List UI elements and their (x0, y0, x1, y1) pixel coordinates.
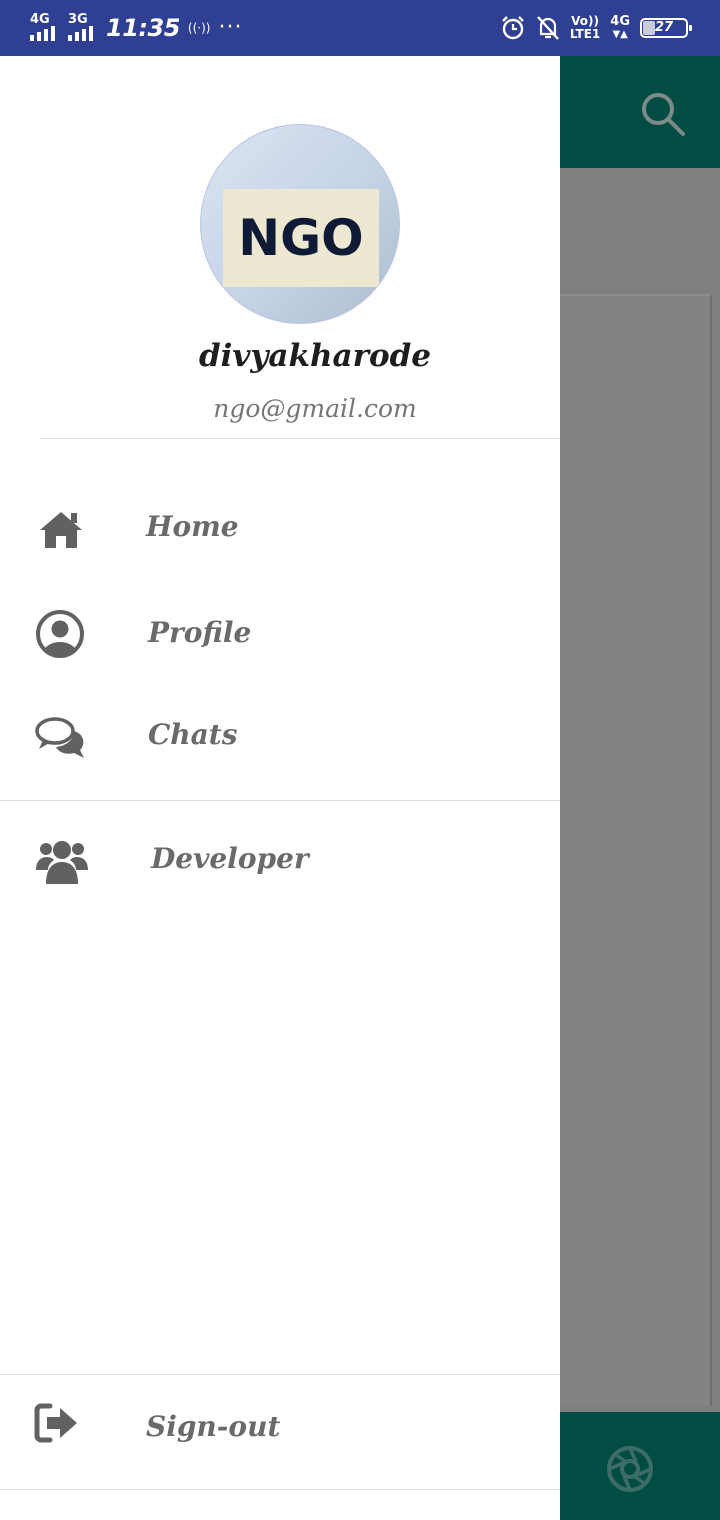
notifications-off-icon (536, 16, 559, 40)
status-time: 11:35 (106, 14, 180, 42)
bottom-divider (0, 1489, 560, 1490)
menu-item-label: Developer (151, 842, 309, 875)
menu-item-label: Chats (148, 718, 238, 751)
menu-item-sign-out[interactable]: Sign-out (0, 1378, 560, 1478)
menu-divider (0, 800, 560, 801)
sim1-signal-icon: 4G (30, 13, 60, 43)
hotspot-icon: ((·)) (187, 21, 211, 35)
mobile-data-icon: 4G ▼▲ (610, 14, 630, 40)
user-email: ngo@gmail.com (213, 394, 417, 423)
volte-indicator: Vo)) LTE1 (569, 14, 601, 41)
sign-out-icon (34, 1403, 77, 1443)
background-content-card (560, 294, 712, 1406)
navigation-drawer: NGO divyakharode ngo@gmail.com Home Prof… (0, 56, 560, 1520)
menu-item-label: Home (146, 510, 239, 543)
more-notifications-icon: ··· (218, 15, 243, 40)
battery-level: 27 (654, 20, 674, 35)
alarm-icon (502, 16, 524, 40)
menu-item-developer[interactable]: Developer (0, 810, 560, 910)
menu-item-label: Sign-out (146, 1410, 281, 1443)
menu-item-label: Profile (148, 616, 252, 649)
home-icon (40, 512, 82, 548)
avatar-card-text: NGO (223, 189, 379, 287)
users-group-icon (36, 841, 88, 884)
battery-icon: 27 (640, 18, 692, 38)
menu-item-chats[interactable]: Chats (0, 688, 560, 788)
header-divider (40, 438, 560, 439)
status-bar: 4G 3G 11:35 ((·)) ··· Vo)) LTE1 4G ▼▲ 27 (0, 0, 720, 56)
chat-bubbles-icon (35, 717, 84, 758)
search-icon[interactable] (637, 88, 687, 138)
camera-aperture-icon[interactable] (606, 1445, 654, 1493)
avatar[interactable]: NGO (200, 124, 400, 324)
sim2-signal-icon: 3G (68, 13, 98, 43)
menu-item-profile[interactable]: Profile (0, 584, 560, 684)
footer-divider (0, 1374, 560, 1375)
account-circle-icon (36, 610, 84, 658)
user-name: divyakharode (198, 338, 432, 374)
menu-item-home[interactable]: Home (0, 480, 560, 580)
